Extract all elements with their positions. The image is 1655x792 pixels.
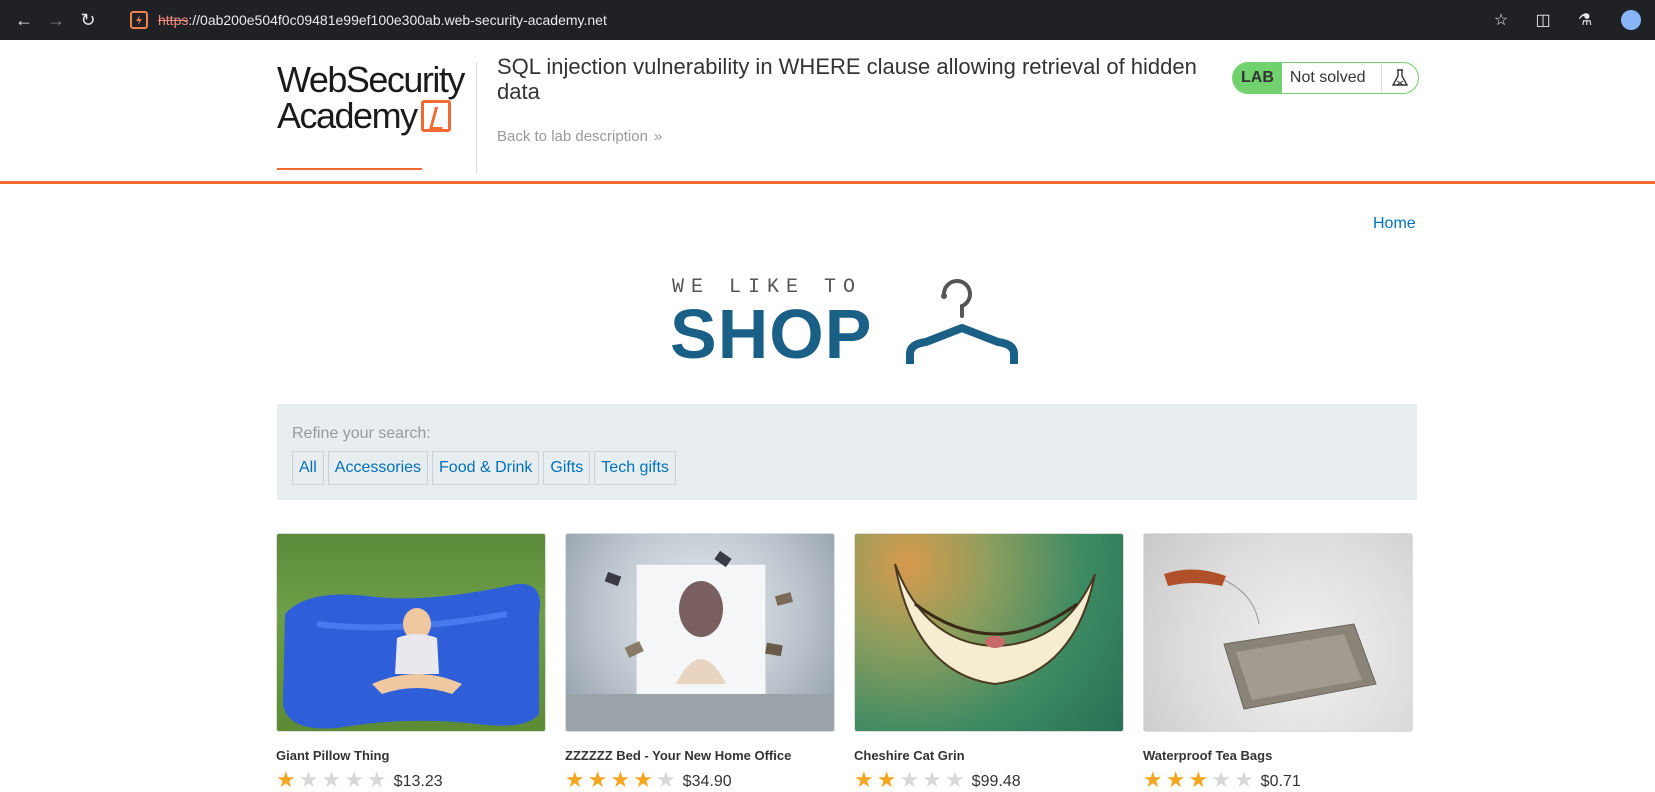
product-price: $34.90 bbox=[682, 773, 732, 790]
star-filled-icon: ★ bbox=[854, 767, 874, 792]
logo-line1: WebSecurity bbox=[277, 59, 465, 100]
product-name: ZZZZZZ Bed - Your New Home Office bbox=[565, 748, 792, 763]
lab-title: SQL injection vulnerability in WHERE cla… bbox=[497, 54, 1197, 104]
back-link-label: Back to lab description bbox=[497, 128, 648, 145]
logo-underline bbox=[277, 168, 422, 170]
reload-icon[interactable]: ↻ bbox=[72, 4, 104, 36]
star-filled-icon: ★ bbox=[1188, 767, 1209, 792]
product-name: Cheshire Cat Grin bbox=[854, 748, 965, 763]
star-empty-icon: ★ bbox=[298, 767, 319, 792]
filter-gifts[interactable]: Gifts bbox=[543, 451, 591, 485]
filter-food-drink[interactable]: Food & Drink bbox=[432, 451, 540, 485]
logo-line2: Academy bbox=[277, 95, 418, 136]
product-image[interactable] bbox=[1143, 533, 1413, 732]
hanger-icon bbox=[906, 279, 1018, 364]
star-empty-icon: ★ bbox=[1233, 767, 1254, 792]
star-empty-icon: ★ bbox=[344, 767, 364, 792]
rating-stars: ★ ★ ★ ★ ★ bbox=[276, 769, 387, 791]
star-filled-icon: ★ bbox=[1165, 767, 1186, 792]
rating-stars: ★ ★ ★ ★ ★ bbox=[854, 769, 965, 791]
product-card[interactable]: Waterproof Tea Bags ★ ★ ★ ★ ★ $0.71 bbox=[1143, 533, 1413, 791]
star-empty-icon: ★ bbox=[321, 767, 342, 792]
star-empty-icon: ★ bbox=[922, 767, 942, 792]
filter-tech-gifts[interactable]: Tech gifts bbox=[594, 451, 676, 485]
bolt-icon bbox=[420, 100, 451, 132]
labs-icon[interactable]: ⚗ bbox=[1575, 10, 1595, 30]
star-filled-icon: ★ bbox=[276, 767, 296, 792]
filter-panel: Refine your search: All Accessories Food… bbox=[277, 404, 1417, 500]
back-to-lab-description-link[interactable]: Back to lab description » bbox=[497, 128, 662, 145]
forward-arrow-icon[interactable]: → bbox=[40, 4, 72, 36]
product-card[interactable]: Cheshire Cat Grin ★ ★ ★ ★ ★ $99.48 bbox=[854, 533, 1124, 791]
product-name: Waterproof Tea Bags bbox=[1143, 748, 1273, 763]
rating-stars: ★ ★ ★ ★ ★ bbox=[565, 769, 676, 791]
star-bookmark-icon[interactable]: ☆ bbox=[1491, 10, 1511, 30]
shop-word: SHOP bbox=[670, 295, 873, 373]
star-filled-icon: ★ bbox=[587, 767, 608, 792]
url-host: ://0ab200e504f0c09481e99ef100e300ab.web-… bbox=[188, 12, 607, 28]
star-empty-icon: ★ bbox=[1211, 767, 1231, 792]
star-empty-icon: ★ bbox=[366, 767, 387, 792]
product-image[interactable] bbox=[565, 533, 835, 732]
product-price: $0.71 bbox=[1260, 773, 1301, 790]
filter-accessories[interactable]: Accessories bbox=[327, 451, 429, 485]
star-filled-icon: ★ bbox=[610, 767, 631, 792]
profile-avatar[interactable] bbox=[1621, 10, 1641, 30]
chevron-right-icon: » bbox=[653, 128, 663, 145]
we-like-to-shop-logo: WE LIKE TO SHOP bbox=[670, 272, 1030, 373]
product-price: $99.48 bbox=[971, 773, 1021, 790]
product-card[interactable]: Giant Pillow Thing ★ ★ ★ ★ ★ $13.23 bbox=[276, 533, 546, 791]
extensions-icon[interactable]: ◫ bbox=[1533, 10, 1553, 30]
product-name: Giant Pillow Thing bbox=[276, 748, 390, 763]
filter-all[interactable]: All bbox=[292, 451, 324, 485]
star-empty-icon: ★ bbox=[944, 767, 965, 792]
url-scheme: https bbox=[158, 12, 189, 28]
star-empty-icon: ★ bbox=[655, 767, 676, 792]
star-empty-icon: ★ bbox=[899, 767, 920, 792]
flask-icon[interactable] bbox=[1382, 63, 1418, 93]
web-security-academy-logo[interactable]: WebSecurity Academy bbox=[277, 62, 477, 174]
filter-chips: All Accessories Food & Drink Gifts Tech … bbox=[292, 451, 1402, 485]
product-image[interactable] bbox=[276, 533, 546, 732]
site-icon[interactable] bbox=[130, 11, 148, 29]
lab-status-widget: LAB Not solved bbox=[1232, 62, 1420, 94]
back-arrow-icon[interactable]: ← bbox=[8, 4, 40, 36]
product-price: $13.23 bbox=[393, 773, 443, 790]
rating-stars: ★ ★ ★ ★ ★ bbox=[1143, 769, 1254, 791]
filter-label: Refine your search: bbox=[292, 425, 431, 442]
browser-toolbar: ← → ↻ https://0ab200e504f0c09481e99ef100… bbox=[0, 0, 1655, 40]
star-filled-icon: ★ bbox=[633, 767, 653, 792]
lab-status-text: Not solved bbox=[1282, 63, 1383, 93]
star-filled-icon: ★ bbox=[565, 767, 585, 792]
lab-badge: LAB bbox=[1233, 63, 1282, 93]
product-card[interactable]: ZZZZZZ Bed - Your New Home Office ★ ★ ★ ★ ★ … bbox=[565, 533, 835, 791]
star-filled-icon: ★ bbox=[876, 767, 897, 792]
home-link[interactable]: Home bbox=[1373, 215, 1416, 233]
address-bar[interactable]: https://0ab200e504f0c09481e99ef100e300ab… bbox=[158, 12, 1491, 28]
product-grid: Giant Pillow Thing ★ ★ ★ ★ ★ $13.23 ZZZZZZ B… bbox=[276, 533, 1418, 791]
star-filled-icon: ★ bbox=[1143, 767, 1163, 792]
product-image[interactable] bbox=[854, 533, 1124, 732]
academy-header: WebSecurity Academy SQL injection vulner… bbox=[0, 40, 1655, 184]
